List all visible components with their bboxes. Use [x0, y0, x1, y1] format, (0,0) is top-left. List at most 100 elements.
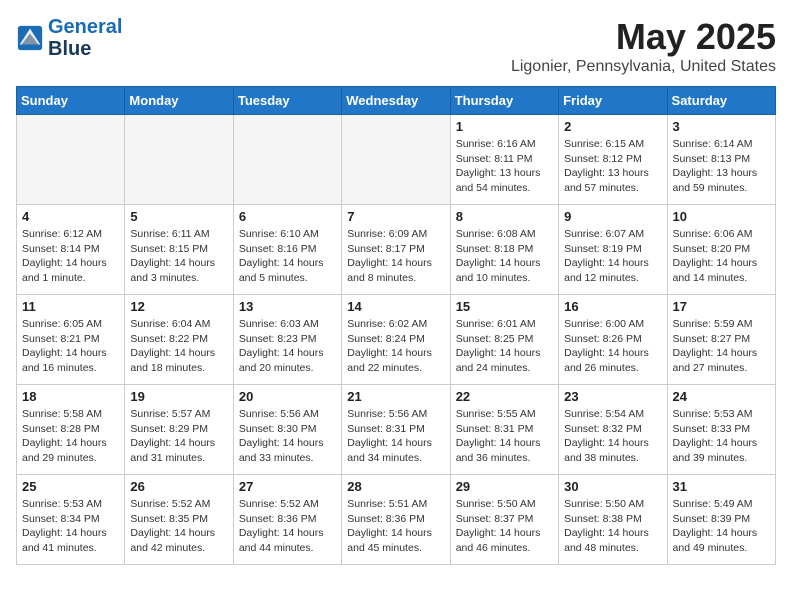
weekday-header-wednesday: Wednesday	[342, 87, 450, 115]
calendar-cell	[233, 115, 341, 205]
month-title: May 2025	[511, 16, 776, 58]
day-number: 5	[130, 209, 227, 224]
calendar-week-5: 25 Sunrise: 5:53 AM Sunset: 8:34 PM Dayli…	[17, 475, 776, 565]
day-number: 15	[456, 299, 553, 314]
title-block: May 2025 Ligonier, Pennsylvania, United …	[511, 16, 776, 76]
day-number: 20	[239, 389, 336, 404]
day-info: Sunrise: 6:15 AM Sunset: 8:12 PM Dayligh…	[564, 137, 661, 196]
day-number: 13	[239, 299, 336, 314]
day-number: 14	[347, 299, 444, 314]
day-number: 10	[673, 209, 770, 224]
calendar-cell: 10 Sunrise: 6:06 AM Sunset: 8:20 PM Dayli…	[667, 205, 775, 295]
calendar-cell: 7 Sunrise: 6:09 AM Sunset: 8:17 PM Daylig…	[342, 205, 450, 295]
location-title: Ligonier, Pennsylvania, United States	[511, 58, 776, 76]
day-number: 30	[564, 479, 661, 494]
weekday-header-thursday: Thursday	[450, 87, 558, 115]
calendar-cell: 5 Sunrise: 6:11 AM Sunset: 8:15 PM Daylig…	[125, 205, 233, 295]
calendar-cell: 3 Sunrise: 6:14 AM Sunset: 8:13 PM Daylig…	[667, 115, 775, 205]
day-number: 21	[347, 389, 444, 404]
calendar-cell: 6Sunrise: 6:10 AM Sunset: 8:16 PM Daylig…	[233, 205, 341, 295]
calendar-cell: 31 Sunrise: 5:49 AM Sunset: 8:39 PM Dayli…	[667, 475, 775, 565]
calendar-cell	[342, 115, 450, 205]
day-info: Sunrise: 6:11 AM Sunset: 8:15 PM Dayligh…	[130, 227, 227, 286]
day-info: Sunrise: 6:08 AM Sunset: 8:18 PM Dayligh…	[456, 227, 553, 286]
day-number: 16	[564, 299, 661, 314]
day-number: 8	[456, 209, 553, 224]
logo-icon	[16, 24, 44, 52]
day-info: Sunrise: 6:14 AM Sunset: 8:13 PM Dayligh…	[673, 137, 770, 196]
calendar-cell	[125, 115, 233, 205]
calendar-cell: 2Sunrise: 6:15 AM Sunset: 8:12 PM Daylig…	[559, 115, 667, 205]
day-number: 3	[673, 119, 770, 134]
day-info: Sunrise: 5:57 AM Sunset: 8:29 PM Dayligh…	[130, 407, 227, 466]
day-number: 28	[347, 479, 444, 494]
day-info: Sunrise: 6:07 AM Sunset: 8:19 PM Dayligh…	[564, 227, 661, 286]
day-info: Sunrise: 5:52 AM Sunset: 8:35 PM Dayligh…	[130, 497, 227, 556]
weekday-header-friday: Friday	[559, 87, 667, 115]
page-header: General Blue May 2025 Ligonier, Pennsylv…	[16, 16, 776, 76]
calendar-cell: 23 Sunrise: 5:54 AM Sunset: 8:32 PM Dayli…	[559, 385, 667, 475]
day-info: Sunrise: 5:56 AM Sunset: 8:30 PM Dayligh…	[239, 407, 336, 466]
day-info: Sunrise: 5:54 AM Sunset: 8:32 PM Dayligh…	[564, 407, 661, 466]
calendar-cell: 24 Sunrise: 5:53 AM Sunset: 8:33 PM Dayli…	[667, 385, 775, 475]
day-number: 7	[347, 209, 444, 224]
day-number: 4	[22, 209, 119, 224]
day-info: Sunrise: 6:16 AM Sunset: 8:11 PM Dayligh…	[456, 137, 553, 196]
calendar-cell: 30Sunrise: 5:50 AM Sunset: 8:38 PM Dayli…	[559, 475, 667, 565]
day-number: 1	[456, 119, 553, 134]
day-number: 25	[22, 479, 119, 494]
day-info: Sunrise: 5:51 AM Sunset: 8:36 PM Dayligh…	[347, 497, 444, 556]
day-number: 12	[130, 299, 227, 314]
calendar-cell: 22Sunrise: 5:55 AM Sunset: 8:31 PM Dayli…	[450, 385, 558, 475]
weekday-header-sunday: Sunday	[17, 87, 125, 115]
day-number: 17	[673, 299, 770, 314]
day-info: Sunrise: 5:59 AM Sunset: 8:27 PM Dayligh…	[673, 317, 770, 376]
calendar-cell: 15Sunrise: 6:01 AM Sunset: 8:25 PM Dayli…	[450, 295, 558, 385]
day-number: 29	[456, 479, 553, 494]
day-info: Sunrise: 6:06 AM Sunset: 8:20 PM Dayligh…	[673, 227, 770, 286]
calendar-cell: 11Sunrise: 6:05 AM Sunset: 8:21 PM Dayli…	[17, 295, 125, 385]
calendar-body: 1 Sunrise: 6:16 AM Sunset: 8:11 PM Daylig…	[17, 115, 776, 565]
day-info: Sunrise: 6:12 AM Sunset: 8:14 PM Dayligh…	[22, 227, 119, 286]
weekday-header-row: SundayMondayTuesdayWednesdayThursdayFrid…	[17, 87, 776, 115]
day-number: 9	[564, 209, 661, 224]
weekday-header-saturday: Saturday	[667, 87, 775, 115]
calendar-cell: 25 Sunrise: 5:53 AM Sunset: 8:34 PM Dayli…	[17, 475, 125, 565]
calendar-week-1: 1 Sunrise: 6:16 AM Sunset: 8:11 PM Daylig…	[17, 115, 776, 205]
calendar-cell: 20 Sunrise: 5:56 AM Sunset: 8:30 PM Dayli…	[233, 385, 341, 475]
day-info: Sunrise: 5:55 AM Sunset: 8:31 PM Dayligh…	[456, 407, 553, 466]
day-number: 24	[673, 389, 770, 404]
day-number: 23	[564, 389, 661, 404]
day-number: 18	[22, 389, 119, 404]
calendar-cell: 18 Sunrise: 5:58 AM Sunset: 8:28 PM Dayli…	[17, 385, 125, 475]
day-info: Sunrise: 6:09 AM Sunset: 8:17 PM Dayligh…	[347, 227, 444, 286]
day-info: Sunrise: 6:03 AM Sunset: 8:23 PM Dayligh…	[239, 317, 336, 376]
calendar-week-4: 18 Sunrise: 5:58 AM Sunset: 8:28 PM Dayli…	[17, 385, 776, 475]
calendar-cell: 1 Sunrise: 6:16 AM Sunset: 8:11 PM Daylig…	[450, 115, 558, 205]
day-info: Sunrise: 5:53 AM Sunset: 8:33 PM Dayligh…	[673, 407, 770, 466]
day-info: Sunrise: 6:10 AM Sunset: 8:16 PM Dayligh…	[239, 227, 336, 286]
day-info: Sunrise: 5:56 AM Sunset: 8:31 PM Dayligh…	[347, 407, 444, 466]
calendar-week-3: 11Sunrise: 6:05 AM Sunset: 8:21 PM Dayli…	[17, 295, 776, 385]
calendar-cell: 4 Sunrise: 6:12 AM Sunset: 8:14 PM Daylig…	[17, 205, 125, 295]
calendar-cell: 14Sunrise: 6:02 AM Sunset: 8:24 PM Dayli…	[342, 295, 450, 385]
weekday-header-monday: Monday	[125, 87, 233, 115]
day-info: Sunrise: 5:49 AM Sunset: 8:39 PM Dayligh…	[673, 497, 770, 556]
calendar-cell	[17, 115, 125, 205]
calendar-week-2: 4 Sunrise: 6:12 AM Sunset: 8:14 PM Daylig…	[17, 205, 776, 295]
calendar-cell: 27Sunrise: 5:52 AM Sunset: 8:36 PM Dayli…	[233, 475, 341, 565]
day-info: Sunrise: 6:04 AM Sunset: 8:22 PM Dayligh…	[130, 317, 227, 376]
calendar-cell: 9 Sunrise: 6:07 AM Sunset: 8:19 PM Daylig…	[559, 205, 667, 295]
weekday-header-tuesday: Tuesday	[233, 87, 341, 115]
day-info: Sunrise: 6:00 AM Sunset: 8:26 PM Dayligh…	[564, 317, 661, 376]
day-number: 27	[239, 479, 336, 494]
day-info: Sunrise: 5:53 AM Sunset: 8:34 PM Dayligh…	[22, 497, 119, 556]
calendar-cell: 12 Sunrise: 6:04 AM Sunset: 8:22 PM Dayli…	[125, 295, 233, 385]
calendar-cell: 28 Sunrise: 5:51 AM Sunset: 8:36 PM Dayli…	[342, 475, 450, 565]
day-number: 26	[130, 479, 227, 494]
day-number: 31	[673, 479, 770, 494]
calendar-cell: 26 Sunrise: 5:52 AM Sunset: 8:35 PM Dayli…	[125, 475, 233, 565]
day-number: 19	[130, 389, 227, 404]
day-info: Sunrise: 5:58 AM Sunset: 8:28 PM Dayligh…	[22, 407, 119, 466]
calendar-table: SundayMondayTuesdayWednesdayThursdayFrid…	[16, 86, 776, 565]
